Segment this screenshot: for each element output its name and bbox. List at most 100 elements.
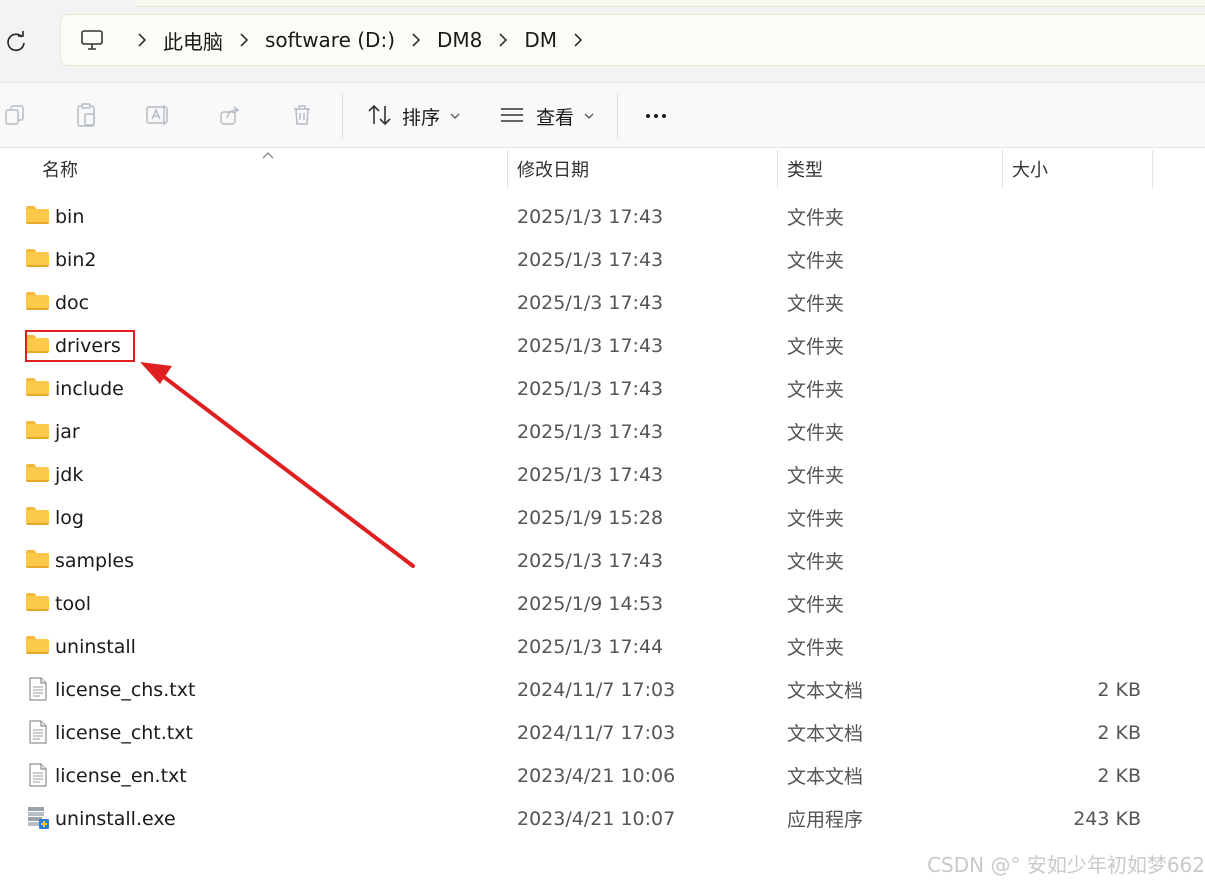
column-date[interactable]: 修改日期	[517, 148, 589, 190]
file-row[interactable]: license_chs.txt 2024/11/7 17:03 文本文档 2 KB	[0, 668, 1205, 711]
file-date: 2025/1/3 17:43	[517, 463, 664, 486]
column-type[interactable]: 类型	[787, 148, 823, 190]
file-type: 应用程序	[787, 809, 864, 831]
text-file-icon	[26, 763, 50, 787]
file-size: 2 KB	[1097, 721, 1141, 744]
folder-icon	[26, 249, 50, 269]
computer-icon[interactable]	[79, 27, 105, 53]
file-row[interactable]: bin 2025/1/3 17:43 文件夹	[0, 195, 1205, 238]
chevron-right-icon[interactable]	[227, 33, 261, 47]
file-row[interactable]: tool 2025/1/9 14:53 文件夹	[0, 582, 1205, 625]
view-icon[interactable]	[494, 97, 530, 133]
file-type: 文件夹	[787, 465, 845, 487]
folder-icon	[26, 550, 50, 570]
file-type: 文件夹	[787, 207, 845, 229]
file-type: 文本文档	[787, 766, 864, 788]
file-size: 2 KB	[1097, 678, 1141, 701]
chevron-down-icon	[450, 109, 460, 123]
folder-icon	[26, 507, 50, 527]
column-divider[interactable]	[1002, 150, 1003, 188]
column-size[interactable]: 大小	[1012, 148, 1048, 190]
chevron-down-icon	[584, 109, 594, 123]
folder-icon	[26, 292, 50, 312]
file-type: 文件夹	[787, 422, 845, 444]
file-date: 2025/1/9 14:53	[517, 592, 664, 615]
file-name: license_chs.txt	[55, 678, 196, 701]
highlight-box	[25, 330, 135, 362]
file-type: 文件夹	[787, 637, 845, 659]
share-icon[interactable]	[212, 97, 248, 133]
file-row[interactable]: uninstall.exe 2023/4/21 10:07 应用程序 243 KB	[0, 797, 1205, 840]
breadcrumb-dm8[interactable]: DM8	[433, 28, 486, 52]
file-date: 2023/4/21 10:07	[517, 807, 676, 830]
refresh-icon[interactable]	[2, 26, 30, 58]
file-row[interactable]: include 2025/1/3 17:43 文件夹	[0, 367, 1205, 410]
file-row[interactable]: uninstall 2025/1/3 17:44 文件夹	[0, 625, 1205, 668]
file-row[interactable]: jar 2025/1/3 17:43 文件夹	[0, 410, 1205, 453]
file-date: 2025/1/3 17:44	[517, 635, 664, 658]
chevron-right-icon[interactable]	[561, 33, 595, 47]
file-date: 2025/1/3 17:43	[517, 334, 664, 357]
text-file-icon	[26, 720, 50, 744]
view-button[interactable]: 查看	[536, 101, 594, 131]
file-date: 2025/1/3 17:43	[517, 291, 664, 314]
command-toolbar: 排序 查看	[0, 82, 1205, 148]
chevron-right-icon[interactable]	[399, 33, 433, 47]
file-row[interactable]: drivers 2025/1/3 17:43 文件夹	[0, 324, 1205, 367]
file-type: 文件夹	[787, 336, 845, 358]
file-type: 文本文档	[787, 723, 864, 745]
copy-icon[interactable]	[0, 97, 32, 133]
file-name: log	[55, 506, 84, 529]
paste-icon[interactable]	[68, 97, 104, 133]
chevron-right-icon[interactable]	[125, 33, 159, 47]
file-size: 243 KB	[1073, 807, 1141, 830]
breadcrumb-this-pc[interactable]: 此电脑	[159, 26, 227, 55]
file-row[interactable]: bin2 2025/1/3 17:43 文件夹	[0, 238, 1205, 281]
toolbar-divider	[342, 93, 343, 139]
rename-icon[interactable]	[140, 97, 176, 133]
breadcrumb-dm[interactable]: DM	[520, 28, 561, 52]
file-date: 2025/1/3 17:43	[517, 248, 664, 271]
file-name: bin2	[55, 248, 97, 271]
file-type: 文件夹	[787, 594, 845, 616]
file-name: license_cht.txt	[55, 721, 193, 744]
file-date: 2023/4/21 10:06	[517, 764, 676, 787]
file-type: 文本文档	[787, 680, 864, 702]
column-divider[interactable]	[507, 150, 508, 188]
file-row[interactable]: log 2025/1/9 15:28 文件夹	[0, 496, 1205, 539]
address-bar[interactable]: 此电脑 software (D:) DM8 DM	[60, 14, 1205, 66]
column-divider[interactable]	[777, 150, 778, 188]
file-type: 文件夹	[787, 379, 845, 401]
breadcrumb-drive[interactable]: software (D:)	[261, 28, 399, 52]
file-row[interactable]: jdk 2025/1/3 17:43 文件夹	[0, 453, 1205, 496]
column-name[interactable]: 名称	[42, 148, 78, 190]
file-type: 文件夹	[787, 551, 845, 573]
file-row[interactable]: license_en.txt 2023/4/21 10:06 文本文档 2 KB	[0, 754, 1205, 797]
file-row[interactable]: license_cht.txt 2024/11/7 17:03 文本文档 2 KB	[0, 711, 1205, 754]
file-row[interactable]: doc 2025/1/3 17:43 文件夹	[0, 281, 1205, 324]
folder-icon	[26, 206, 50, 226]
sort-icon[interactable]	[362, 97, 398, 133]
delete-icon[interactable]	[284, 97, 320, 133]
file-date: 2024/11/7 17:03	[517, 721, 676, 744]
file-type: 文件夹	[787, 508, 845, 530]
column-divider[interactable]	[1152, 150, 1153, 188]
file-size: 2 KB	[1097, 764, 1141, 787]
chevron-right-icon[interactable]	[486, 33, 520, 47]
folder-icon	[26, 593, 50, 613]
navigation-bar: 此电脑 software (D:) DM8 DM	[0, 0, 1205, 82]
file-type: 文件夹	[787, 250, 845, 272]
sort-label: 排序	[402, 106, 441, 129]
file-date: 2025/1/3 17:43	[517, 377, 664, 400]
more-options-icon[interactable]	[640, 101, 672, 131]
file-row[interactable]: samples 2025/1/3 17:43 文件夹	[0, 539, 1205, 582]
file-name: tool	[55, 592, 91, 615]
file-date: 2025/1/9 15:28	[517, 506, 664, 529]
folder-icon	[26, 464, 50, 484]
sort-button[interactable]: 排序	[402, 101, 460, 131]
column-header: 名称 修改日期 类型 大小	[0, 148, 1205, 190]
file-date: 2025/1/3 17:43	[517, 205, 664, 228]
file-name: doc	[55, 291, 90, 314]
file-name: uninstall.exe	[55, 807, 176, 830]
file-date: 2024/11/7 17:03	[517, 678, 676, 701]
